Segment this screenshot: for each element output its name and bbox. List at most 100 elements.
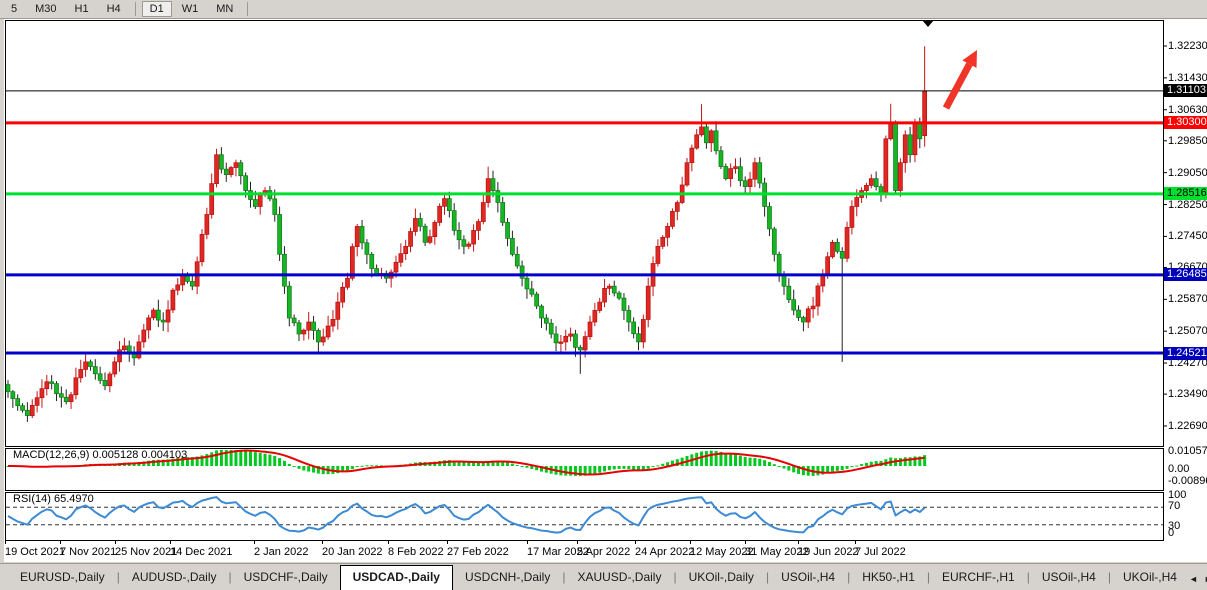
price-chart-canvas[interactable] — [0, 0, 1207, 590]
macd-bar — [346, 466, 349, 471]
candle-body — [69, 395, 73, 402]
macd-bar — [836, 466, 839, 471]
candle-body — [147, 318, 151, 330]
candle-body — [433, 222, 437, 236]
macd-bar — [652, 466, 655, 467]
pane-frame — [6, 493, 1164, 541]
macd-bar — [210, 452, 213, 466]
candle-body — [544, 318, 548, 323]
macd-bar — [904, 457, 907, 466]
candle-body — [758, 163, 762, 183]
candle-body — [593, 310, 597, 322]
candle-body — [908, 135, 912, 155]
macd-bar — [734, 455, 737, 466]
candle-body — [258, 194, 262, 206]
macd-bar — [768, 462, 771, 466]
macd-bar — [264, 454, 267, 466]
candle-body — [40, 389, 44, 398]
candle-body — [287, 286, 291, 318]
candle-body — [321, 337, 325, 342]
candle-body — [457, 230, 461, 239]
candle-body — [816, 286, 820, 306]
macd-bar — [365, 465, 368, 466]
macd-bar — [816, 466, 819, 475]
candle-body — [603, 288, 607, 302]
macd-bar — [370, 465, 373, 466]
candle-body — [156, 310, 160, 320]
candle-body — [273, 199, 277, 215]
candle-body — [792, 300, 796, 310]
macd-bar — [249, 451, 252, 466]
candle-body — [462, 240, 466, 247]
macd-bar — [855, 466, 858, 467]
candle-body — [45, 382, 49, 389]
candle-body — [355, 226, 359, 246]
candle-body — [894, 123, 898, 191]
macd-bar — [705, 451, 708, 466]
candle-body — [831, 242, 835, 256]
candle-body — [16, 399, 20, 406]
candle-body — [637, 334, 641, 342]
candle-body — [549, 323, 553, 334]
macd-bar — [865, 463, 868, 466]
macd-bar — [724, 453, 727, 466]
macd-bar — [749, 458, 752, 466]
candle-body — [564, 336, 568, 342]
candle-body — [559, 342, 563, 344]
candle-body — [399, 254, 403, 263]
candle-body — [607, 286, 611, 288]
macd-bar — [477, 463, 480, 466]
candle-body — [409, 231, 413, 246]
macd-bar — [569, 466, 572, 476]
candle-body — [30, 405, 34, 415]
candle-body — [632, 322, 636, 334]
candle-body — [646, 286, 650, 319]
candle-body — [428, 237, 432, 243]
macd-bar — [361, 466, 364, 467]
macd-bar — [618, 466, 621, 469]
candle-body — [137, 342, 141, 358]
candle-body — [438, 206, 442, 222]
macd-bar — [778, 466, 781, 467]
macd-bar — [564, 466, 567, 476]
macd-bar — [307, 466, 310, 472]
candle-body — [447, 199, 451, 211]
macd-bar — [787, 466, 790, 471]
candle-body — [215, 155, 219, 184]
candle-body — [738, 167, 742, 181]
candle-body — [530, 289, 534, 294]
macd-bar — [710, 451, 713, 466]
macd-bar — [302, 466, 305, 471]
candle-body — [55, 384, 59, 394]
candle-body — [743, 181, 747, 187]
candle-body — [418, 218, 422, 226]
candle-body — [282, 254, 286, 286]
macd-bar — [613, 466, 616, 469]
candle-body — [253, 200, 257, 207]
candle-body — [510, 238, 514, 254]
price-line-badge: 1.30300 — [1164, 116, 1207, 129]
macd-bar — [783, 466, 786, 469]
macd-bar — [627, 466, 630, 469]
macd-bar — [729, 454, 732, 466]
candle-body — [467, 244, 471, 246]
candle-body — [801, 318, 805, 323]
candle-body — [573, 334, 577, 347]
price-line-badge: 1.28516 — [1164, 187, 1207, 200]
candle-body — [617, 293, 621, 298]
candle-body — [302, 330, 306, 334]
candle-body — [690, 148, 694, 163]
candle-body — [670, 211, 674, 226]
macd-bar — [268, 455, 271, 466]
candle-body — [835, 242, 839, 251]
candle-body — [6, 385, 10, 392]
candle-body — [898, 163, 902, 191]
price-line-badge: 1.24521 — [1164, 347, 1207, 360]
macd-bar — [763, 460, 766, 466]
macd-bar — [923, 455, 926, 466]
macd-bar — [593, 466, 596, 474]
candle-body — [797, 310, 801, 317]
candle-body — [64, 397, 68, 401]
macd-bar — [356, 466, 359, 467]
pane-frame — [6, 21, 1164, 447]
